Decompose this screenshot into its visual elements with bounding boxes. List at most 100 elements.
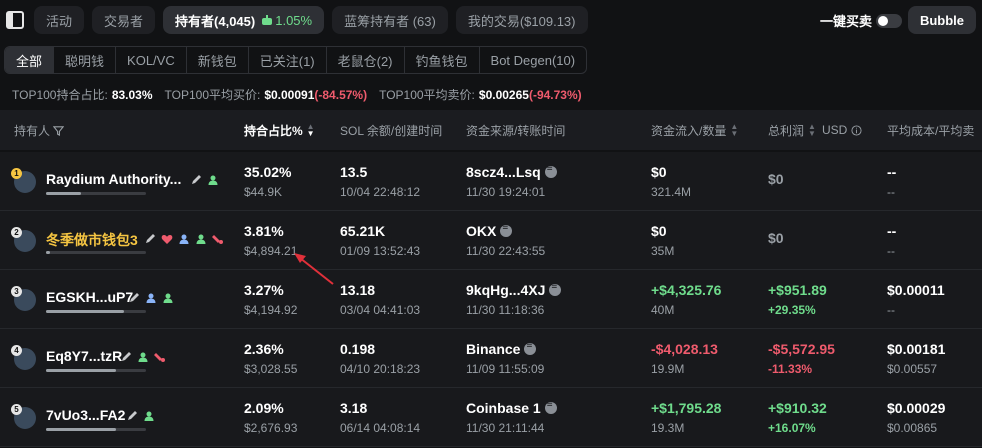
holding-bar xyxy=(46,428,146,431)
holder-name[interactable]: 冬季做市钱包3 xyxy=(46,230,138,250)
edit-icon[interactable] xyxy=(190,174,202,186)
filter-kol-vc[interactable]: KOL/VC xyxy=(116,47,187,73)
one-click-trade: 一键买卖 xyxy=(820,11,902,30)
person-icon xyxy=(144,411,154,421)
rank-badge: 4 xyxy=(11,345,22,356)
tag-icons xyxy=(120,351,171,363)
source-list-icon[interactable] xyxy=(544,399,557,414)
panel-toggle-icon[interactable] xyxy=(6,11,24,29)
holder-name[interactable]: EGSKH...uP7 xyxy=(46,289,133,305)
fund-source-cell[interactable]: 8scz4...Lsq 11/30 19:24:01 xyxy=(466,163,557,199)
sol-balance-cell: 13.5 10/04 22:48:12 xyxy=(340,164,421,199)
tab-activity[interactable]: 活动 xyxy=(34,6,85,34)
fund-source-cell[interactable]: OKX 11/30 22:43:55 xyxy=(466,222,545,258)
hold-pct-cell: 2.09% $2,676.93 xyxy=(244,400,298,435)
person-icon xyxy=(196,234,206,244)
avatar: 4 xyxy=(11,345,36,370)
source-list-icon[interactable] xyxy=(549,281,562,296)
top100-buy-stat: TOP100平均买价: $0.00091(-84.57%) xyxy=(164,88,368,102)
sol-balance-cell: 3.18 06/14 04:08:14 xyxy=(340,400,421,435)
one-click-toggle[interactable] xyxy=(876,13,902,28)
rank-badge: 2 xyxy=(11,227,22,238)
sol-balance-cell: 65.21K 01/09 13:52:43 xyxy=(340,223,421,258)
col-hold-pct[interactable]: 持合占比% ▲ ▼ xyxy=(244,110,315,150)
table-row[interactable]: 1 Raydium Authority... 35.02% $44.9K 13.… xyxy=(0,152,982,211)
tag-icons xyxy=(128,292,179,304)
heart-icon xyxy=(161,235,173,244)
table-row[interactable]: 2 冬季做市钱包3 3.81% $4,894.21 65.21K 01/09 1… xyxy=(0,211,982,270)
person-icon xyxy=(146,293,156,303)
tab-holders[interactable]: 持有者(4,045) 1.05% xyxy=(163,6,325,34)
holding-bar xyxy=(46,369,146,372)
tab-bluechip-holders[interactable]: 蓝筹持有者 (63) xyxy=(332,6,448,34)
tag-icons xyxy=(190,174,224,186)
holding-bar xyxy=(46,192,146,195)
col-total-profit[interactable]: 总利润 ▲ ▼ USD xyxy=(768,110,862,150)
hold-pct-cell: 35.02% $44.9K xyxy=(244,164,292,199)
edit-icon[interactable] xyxy=(120,351,132,363)
avatar: 3 xyxy=(11,286,36,311)
filter-all[interactable]: 全部 xyxy=(5,47,55,73)
tab-my-trades[interactable]: 我的交易($109.13) xyxy=(455,6,588,34)
person-icon xyxy=(179,234,189,244)
rank-badge: 5 xyxy=(11,404,22,415)
fund-source-cell[interactable]: Coinbase 1 11/30 21:11:44 xyxy=(466,399,557,435)
tag-icons xyxy=(144,233,229,245)
info-icon xyxy=(851,124,862,136)
source-list-icon[interactable] xyxy=(524,340,537,355)
fund-flow-cell: +$1,795.28 19.3M xyxy=(651,400,722,435)
bubble-button[interactable]: Bubble xyxy=(907,6,976,34)
fish-hook-icon xyxy=(154,353,165,362)
col-fund-flow[interactable]: 资金流入/数量 ▲ ▼ xyxy=(651,110,738,150)
filter-followed[interactable]: 已关注(1) xyxy=(249,47,327,73)
filter-rat-trader[interactable]: 老鼠仓(2) xyxy=(327,47,405,73)
avg-cost-cell: $0.00029 $0.00865 xyxy=(887,400,946,435)
edit-icon[interactable] xyxy=(126,410,138,422)
filter-bot-degen[interactable]: Bot Degen(10) xyxy=(480,47,587,73)
top100-sell-stat: TOP100平均卖价: $0.00265(-94.73%) xyxy=(379,88,582,102)
filter-phishing-wallet[interactable]: 钓鱼钱包 xyxy=(405,47,480,73)
holding-bar xyxy=(46,310,146,313)
sol-balance-cell: 13.18 03/04 04:41:03 xyxy=(340,282,421,317)
holder-name[interactable]: Raydium Authority... xyxy=(46,171,181,187)
avatar: 2 xyxy=(11,227,36,252)
table-header: 持有人 持合占比% ▲ ▼ SOL 余额/创建时间 资金来源/转账时间 资金流入/… xyxy=(0,110,982,150)
table-row[interactable]: 3 EGSKH...uP7 3.27% $4,194.92 13.18 03/0… xyxy=(0,270,982,329)
avatar: 5 xyxy=(11,404,36,429)
total-profit-cell: +$951.89 +29.35% xyxy=(768,282,827,317)
rank-badge: 3 xyxy=(11,286,22,297)
edit-icon[interactable] xyxy=(144,233,156,245)
filter-new-wallet[interactable]: 新钱包 xyxy=(187,47,249,73)
sort-icon: ▲ ▼ xyxy=(808,122,816,138)
tag-icons xyxy=(126,410,160,422)
tab-traders[interactable]: 交易者 xyxy=(92,6,156,34)
filter-smart-money[interactable]: 聪明钱 xyxy=(54,47,117,73)
col-holder[interactable]: 持有人 xyxy=(14,110,65,150)
avg-cost-cell: $0.00181 $0.00557 xyxy=(887,341,946,376)
avatar: 1 xyxy=(11,168,36,193)
fund-flow-cell: +$4,325.76 40M xyxy=(651,282,722,317)
total-profit-cell: +$910.32 +16.07% xyxy=(768,400,827,435)
top100-hold-stat: TOP100持合占比: 83.03% xyxy=(12,88,153,102)
fund-flow-cell: $0 321.4M xyxy=(651,164,692,199)
total-profit-cell: -$5,572.95 -11.33% xyxy=(768,341,835,376)
fund-source-cell[interactable]: 9kqHg...4XJ 11/30 11:18:36 xyxy=(466,281,562,317)
holder-name[interactable]: 7vUo3...FA2 xyxy=(46,407,125,423)
avg-cost-cell: -- -- xyxy=(887,164,897,199)
hold-pct-cell: 3.27% $4,194.92 xyxy=(244,282,298,317)
hold-pct-cell: 2.36% $3,028.55 xyxy=(244,341,298,376)
fund-source-cell[interactable]: Binance 11/09 11:55:09 xyxy=(466,340,544,376)
holder-name[interactable]: Eq8Y7...tzR xyxy=(46,348,122,364)
person-icon xyxy=(208,175,218,185)
source-list-icon[interactable] xyxy=(500,222,513,237)
source-list-icon[interactable] xyxy=(544,163,557,178)
filter-icon[interactable] xyxy=(53,125,65,136)
avg-cost-cell: $0.00011 -- xyxy=(887,282,945,317)
edit-icon[interactable] xyxy=(128,292,140,304)
sort-icon: ▲ ▼ xyxy=(730,122,739,138)
bot-icon xyxy=(261,14,273,26)
hold-pct-cell: 3.81% $4,894.21 xyxy=(244,223,298,258)
avg-cost-cell: -- -- xyxy=(887,223,897,258)
table-row[interactable]: 4 Eq8Y7...tzR 2.36% $3,028.55 0.198 04/1… xyxy=(0,329,982,388)
table-row[interactable]: 5 7vUo3...FA2 2.09% $2,676.93 3.18 06/14… xyxy=(0,388,982,447)
